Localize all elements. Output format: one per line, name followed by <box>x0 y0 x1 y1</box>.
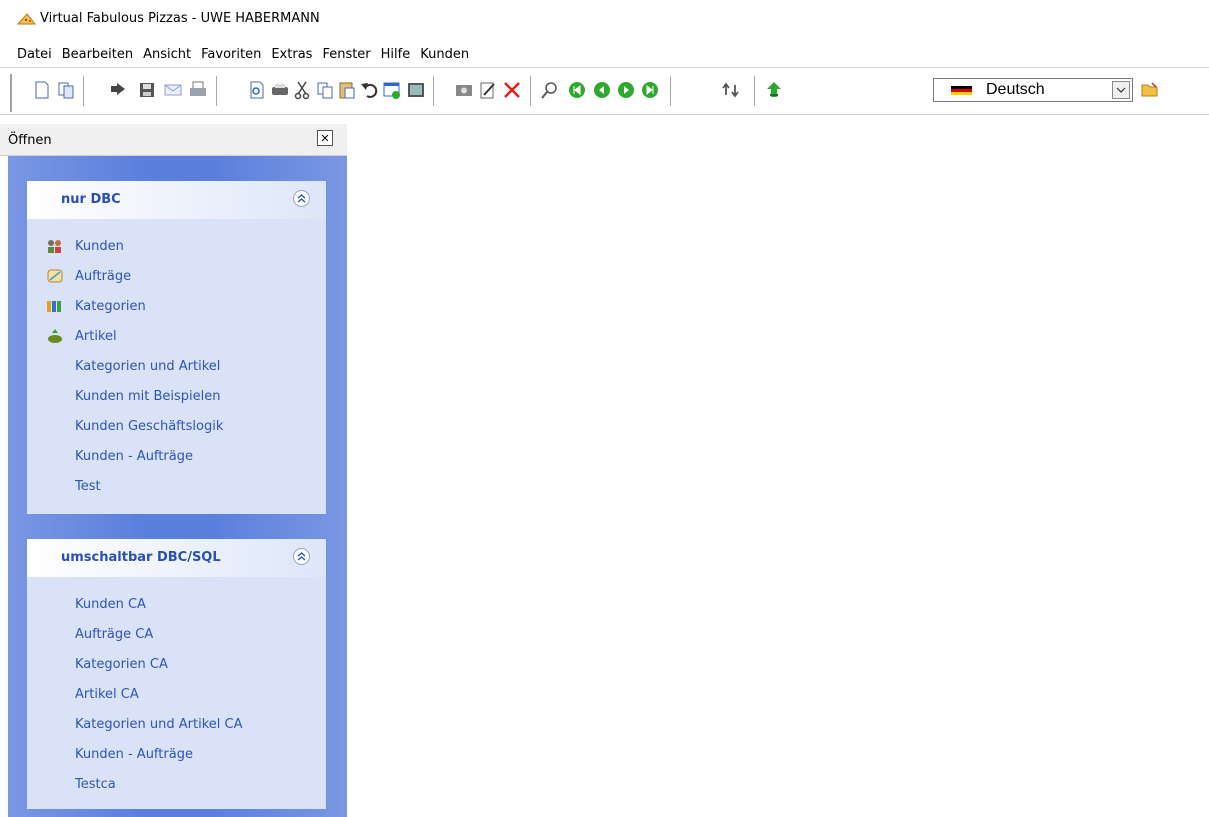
list-item-label: Test <box>75 478 101 494</box>
paste-icon[interactable] <box>335 78 359 102</box>
list-item[interactable]: Kategorien CA <box>45 653 168 675</box>
list-item[interactable]: Kategorien und Artikel <box>45 355 220 377</box>
image-icon[interactable] <box>404 78 428 102</box>
save-record-icon[interactable] <box>380 78 404 102</box>
preview-icon[interactable] <box>245 78 269 102</box>
copy-doc-icon[interactable] <box>313 78 337 102</box>
list-item[interactable]: Kunden - Aufträge <box>45 743 193 765</box>
toolbar-separator <box>754 76 755 106</box>
upload-icon[interactable] <box>762 78 786 102</box>
group-header[interactable]: umschaltbar DBC/SQL <box>27 539 326 577</box>
articles-icon <box>45 327 65 345</box>
list-item-label: Kunden - Aufträge <box>75 746 193 762</box>
list-item[interactable]: Test <box>45 475 101 497</box>
toolbar-separator <box>530 76 531 106</box>
list-item-label: Kunden Geschäftslogik <box>75 418 224 434</box>
menu-favoriten[interactable]: Favoriten <box>196 47 266 62</box>
toolbar-separator <box>433 76 434 106</box>
categories-icon <box>45 297 65 315</box>
group-nur-dbc: nur DBC Kunden Aufträge Kategorien Artik… <box>27 181 326 514</box>
list-item[interactable]: Kunden <box>45 235 124 257</box>
menu-bar: Datei Bearbeiten Ansicht Favoriten Extra… <box>0 43 1209 65</box>
toolbar-separator <box>216 76 217 106</box>
next-record-icon[interactable] <box>614 78 638 102</box>
copy-icon[interactable] <box>54 78 78 102</box>
group-umschaltbar: umschaltbar DBC/SQL Kunden CA Aufträge C… <box>27 539 326 809</box>
undo-icon[interactable] <box>357 78 381 102</box>
list-item-label: Kategorien CA <box>75 656 168 672</box>
sidebar-header: Öffnen ✕ <box>0 124 347 156</box>
list-item[interactable]: Artikel <box>45 325 117 347</box>
cut-icon[interactable] <box>290 78 314 102</box>
list-item-label: Kategorien <box>75 298 146 314</box>
refresh-icon[interactable] <box>719 78 743 102</box>
save-icon[interactable] <box>135 78 159 102</box>
menu-hilfe[interactable]: Hilfe <box>376 47 416 62</box>
collapse-icon[interactable] <box>293 190 310 207</box>
title-bar: Virtual Fabulous Pizzas - UWE HABERMANN <box>0 0 1209 40</box>
list-item-label: Artikel CA <box>75 686 139 702</box>
list-item-label: Testca <box>75 776 116 792</box>
menu-kunden[interactable]: Kunden <box>415 47 474 62</box>
open-icon[interactable] <box>106 78 130 102</box>
menu-ansicht[interactable]: Ansicht <box>138 47 196 62</box>
search-icon[interactable] <box>538 78 562 102</box>
camera-icon[interactable] <box>452 78 476 102</box>
list-item[interactable]: Kategorien <box>45 295 146 317</box>
toolbar-separator <box>83 76 84 106</box>
language-select[interactable]: Deutsch <box>933 78 1133 102</box>
edit-icon[interactable] <box>476 78 500 102</box>
mail-icon[interactable] <box>161 78 185 102</box>
list-item-label: Kategorien und Artikel <box>75 358 221 374</box>
printer-icon[interactable] <box>268 78 292 102</box>
customers-icon <box>45 237 65 255</box>
list-item-label: Aufträge <box>75 268 132 284</box>
toolbar-separator <box>670 76 671 106</box>
toolbar: Deutsch <box>0 67 1209 115</box>
list-item-label: Kunden <box>75 238 124 254</box>
group-header[interactable]: nur DBC <box>27 181 326 219</box>
window-title: Virtual Fabulous Pizzas - UWE HABERMANN <box>40 11 320 26</box>
list-item[interactable]: Aufträge CA <box>45 623 153 645</box>
list-item[interactable]: Testca <box>45 773 116 795</box>
first-record-icon[interactable] <box>565 78 589 102</box>
delete-icon[interactable] <box>500 78 524 102</box>
list-item-label: Kunden mit Beispielen <box>75 388 221 404</box>
list-item-label: Artikel <box>75 328 117 344</box>
menu-bearbeiten[interactable]: Bearbeiten <box>57 47 138 62</box>
list-item[interactable]: Kategorien und Artikel CA <box>45 713 242 735</box>
chevron-down-icon[interactable] <box>1112 81 1130 99</box>
close-icon[interactable]: ✕ <box>317 130 333 146</box>
group-title: umschaltbar DBC/SQL <box>61 550 221 565</box>
list-item[interactable]: Artikel CA <box>45 683 139 705</box>
menu-datei[interactable]: Datei <box>12 47 57 62</box>
list-item-label: Aufträge CA <box>75 626 154 642</box>
list-item[interactable]: Kunden Geschäftslogik <box>45 415 223 437</box>
group-title: nur DBC <box>61 192 121 207</box>
language-flag-icon <box>951 86 972 95</box>
toolbar-grip[interactable] <box>10 74 12 112</box>
orders-icon <box>45 267 65 285</box>
previous-record-icon[interactable] <box>590 78 614 102</box>
list-item[interactable]: Aufträge <box>45 265 131 287</box>
list-item[interactable]: Kunden mit Beispielen <box>45 385 221 407</box>
new-icon[interactable] <box>30 78 54 102</box>
list-item-label: Kunden - Aufträge <box>75 448 193 464</box>
print-icon[interactable] <box>186 78 210 102</box>
list-item-label: Kategorien und Artikel CA <box>75 716 243 732</box>
list-item-label: Kunden CA <box>75 596 146 612</box>
menu-fenster[interactable]: Fenster <box>317 47 375 62</box>
menu-extras[interactable]: Extras <box>266 47 317 62</box>
pizza-slice-icon <box>17 13 37 25</box>
list-item[interactable]: Kunden - Aufträge <box>45 445 193 467</box>
sidebar-panel: nur DBC Kunden Aufträge Kategorien Artik… <box>8 156 347 817</box>
sidebar-title: Öffnen <box>8 133 52 148</box>
language-select-value: Deutsch <box>986 81 1045 98</box>
last-record-icon[interactable] <box>638 78 662 102</box>
folder-icon[interactable] <box>1138 78 1162 102</box>
collapse-icon[interactable] <box>293 548 310 565</box>
list-item[interactable]: Kunden CA <box>45 593 146 615</box>
